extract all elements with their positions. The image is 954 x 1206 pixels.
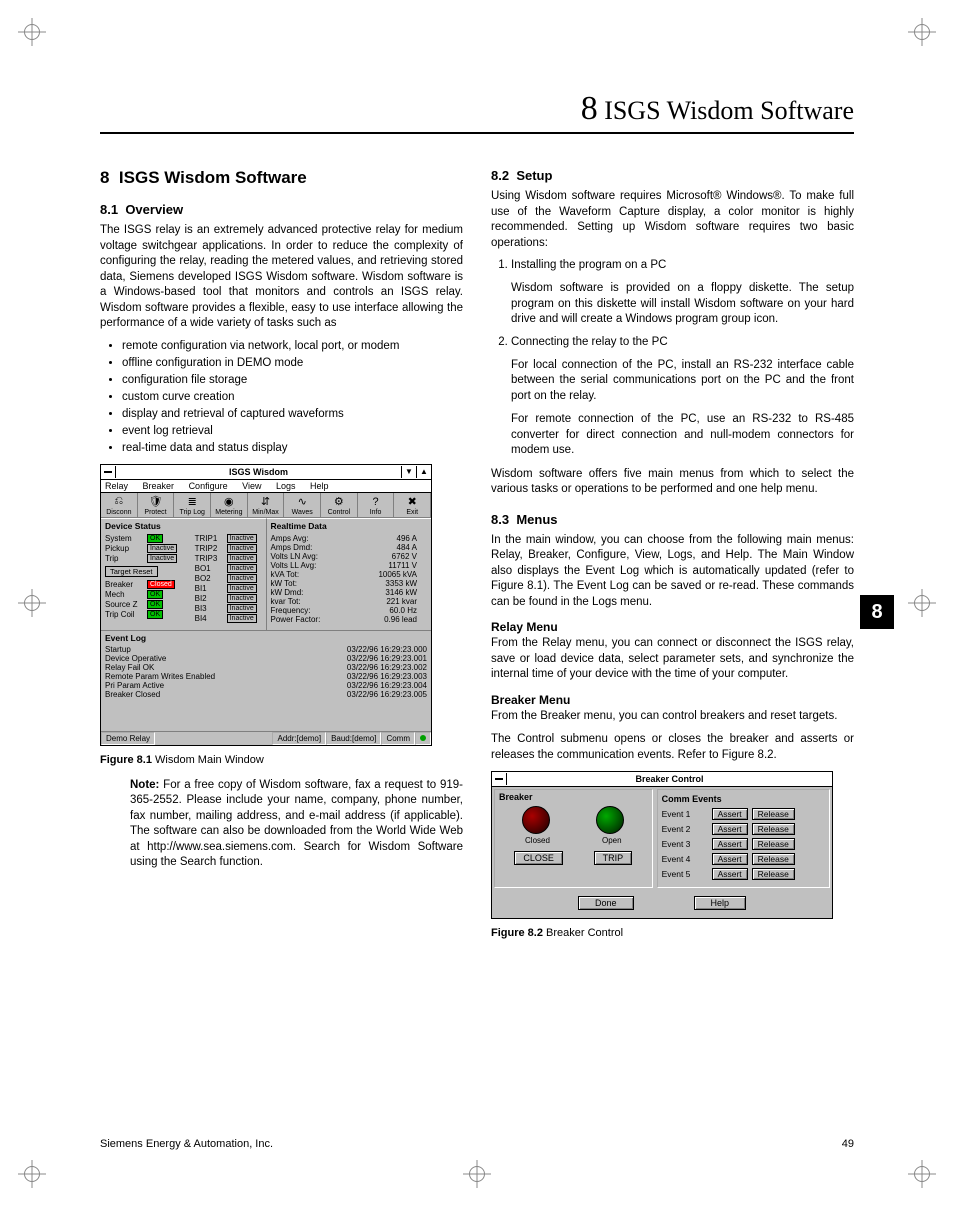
running-head-text: ISGS Wisdom Software <box>604 96 854 125</box>
assert-button[interactable]: Assert <box>712 868 748 880</box>
section-heading: 8 ISGS Wisdom Software <box>100 168 463 188</box>
toolbar-protect[interactable]: 🛡Protect <box>138 493 175 517</box>
figure-8-1-caption: Figure 8.1 Wisdom Main Window <box>100 754 463 766</box>
footer-page-number: 49 <box>842 1138 854 1150</box>
help-button[interactable]: Help <box>694 896 747 910</box>
overview-heading: 8.1 Overview <box>100 202 463 217</box>
breaker-menu-heading: Breaker Menu <box>491 693 854 707</box>
open-lamp-icon <box>596 806 624 834</box>
target-reset-button[interactable]: Target Reset <box>105 566 158 577</box>
closed-lamp-icon <box>522 806 550 834</box>
maximize-icon[interactable]: ▲ <box>416 466 431 478</box>
menu-view[interactable]: View <box>242 481 261 491</box>
toolbar-info[interactable]: ?Info <box>358 493 395 517</box>
comm-events-panel: Comm Events Event 1AssertRelease Event 2… <box>657 789 830 888</box>
running-head-num: 8 <box>581 90 598 127</box>
assert-button[interactable]: Assert <box>712 838 748 850</box>
titlebar: Breaker Control <box>492 772 832 787</box>
setup-para: Using Wisdom software requires Microsoft… <box>491 189 854 251</box>
menubar: Relay Breaker Configure View Logs Help <box>101 480 431 493</box>
figure-8-2-caption: Figure 8.2 Breaker Control <box>491 927 854 939</box>
header-rule <box>100 132 854 134</box>
setup-heading: 8.2 Setup <box>491 168 854 183</box>
system-menu-icon[interactable] <box>101 466 116 478</box>
menus-heading: 8.3 Menus <box>491 512 854 527</box>
event-log-pane: Event Log Startup03/22/96 16:29:23.000 D… <box>101 630 431 731</box>
done-button[interactable]: Done <box>578 896 634 910</box>
menu-breaker[interactable]: Breaker <box>143 481 175 491</box>
status-baud: Baud:[demo] <box>326 732 381 745</box>
titlebar: ISGS Wisdom ▼ ▲ <box>101 465 431 480</box>
status-bar: Demo Relay Addr:[demo] Baud:[demo] Comm <box>101 731 431 745</box>
realtime-data-pane: Realtime Data Amps Avg:496 A Amps Dmd:48… <box>266 518 432 630</box>
toolbar-exit[interactable]: ✖Exit <box>394 493 431 517</box>
menu-relay[interactable]: Relay <box>105 481 128 491</box>
system-menu-icon[interactable] <box>492 773 507 785</box>
running-head: 8 ISGS Wisdom Software <box>100 90 854 128</box>
status-comm: Comm <box>381 732 415 745</box>
status-addr: Addr:[demo] <box>272 732 326 745</box>
toolbar-disconn[interactable]: ⎌Disconn <box>101 493 138 517</box>
wisdom-main-window: ISGS Wisdom ▼ ▲ Relay Breaker Configure … <box>100 464 432 746</box>
chapter-tab: 8 <box>860 595 894 629</box>
relay-menu-heading: Relay Menu <box>491 620 854 634</box>
breaker-panel: Breaker Closed Open CLOSE TRIP <box>494 789 653 888</box>
release-button[interactable]: Release <box>752 853 795 865</box>
assert-button[interactable]: Assert <box>712 808 748 820</box>
footer-left: Siemens Energy & Automation, Inc. <box>100 1138 273 1150</box>
release-button[interactable]: Release <box>752 868 795 880</box>
device-status-pane: Device Status SystemOK PickupInactive Tr… <box>101 518 266 630</box>
toolbar-triplog[interactable]: ≣Trip Log <box>174 493 211 517</box>
assert-button[interactable]: Assert <box>712 853 748 865</box>
minimize-icon[interactable]: ▼ <box>401 466 416 478</box>
toolbar-waves[interactable]: ∿Waves <box>284 493 321 517</box>
note-block: Note: For a free copy of Wisdom software… <box>130 778 463 871</box>
release-button[interactable]: Release <box>752 838 795 850</box>
close-button[interactable]: CLOSE <box>514 851 563 865</box>
breaker-control-window: Breaker Control Breaker Closed Open <box>491 771 833 919</box>
status-led-icon <box>415 732 431 745</box>
window-title: ISGS Wisdom <box>116 467 401 477</box>
release-button[interactable]: Release <box>752 808 795 820</box>
toolbar: ⎌Disconn 🛡Protect ≣Trip Log ◉Metering ⇵M… <box>101 493 431 518</box>
overview-para: The ISGS relay is an extremely advanced … <box>100 223 463 332</box>
trip-button[interactable]: TRIP <box>594 851 633 865</box>
menu-logs[interactable]: Logs <box>276 481 296 491</box>
window-title: Breaker Control <box>507 774 832 784</box>
setup-list: Installing the program on a PC <box>491 259 854 271</box>
menu-help[interactable]: Help <box>310 481 329 491</box>
overview-bullets: remote configuration via network, local … <box>100 340 463 454</box>
toolbar-metering[interactable]: ◉Metering <box>211 493 248 517</box>
release-button[interactable]: Release <box>752 823 795 835</box>
status-relay: Demo Relay <box>101 732 155 745</box>
toolbar-minmax[interactable]: ⇵Min/Max <box>248 493 285 517</box>
menu-configure[interactable]: Configure <box>189 481 228 491</box>
assert-button[interactable]: Assert <box>712 823 748 835</box>
page-footer: Siemens Energy & Automation, Inc. 49 <box>100 1138 854 1150</box>
toolbar-control[interactable]: ⚙Control <box>321 493 358 517</box>
